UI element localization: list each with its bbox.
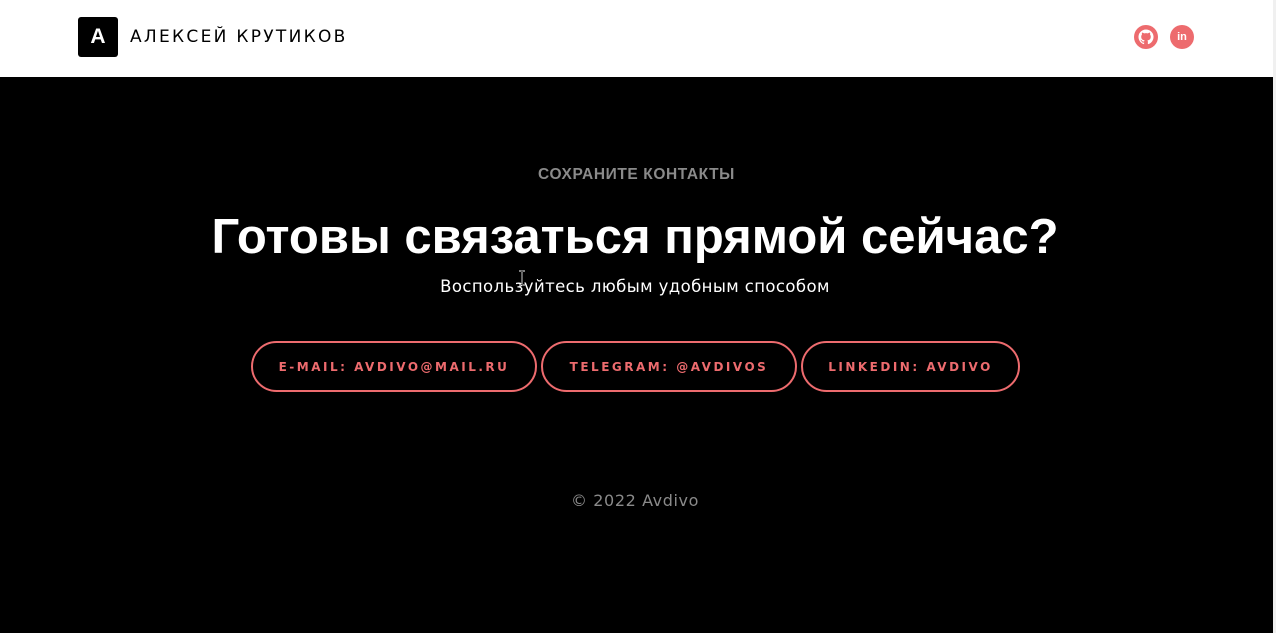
copyright: © 2022 Avdivo xyxy=(570,491,700,510)
section-title: Готовы связаться прямой сейчас? xyxy=(211,210,1059,264)
page: А АЛЕКСЕЙ КРУТИКОВ in СОХРАНИТЕ КОНТАКТЫ… xyxy=(0,0,1276,633)
github-icon xyxy=(1138,29,1154,45)
email-button[interactable]: E-MAIL: AVDIVO@MAIL.RU xyxy=(251,341,537,392)
logo-name: АЛЕКСЕЙ КРУТИКОВ xyxy=(130,27,348,47)
linkedin-button[interactable]: LINKEDIN: AVDIVO xyxy=(801,341,1020,392)
section-lead: Воспользуйтесь любым удобным способом xyxy=(440,277,830,296)
logo-link[interactable]: А АЛЕКСЕЙ КРУТИКОВ xyxy=(78,17,348,57)
telegram-button[interactable]: TELEGRAM: @AVDIVOS xyxy=(541,341,797,392)
linkedin-icon: in xyxy=(1177,30,1187,43)
github-link[interactable] xyxy=(1134,25,1158,49)
logo-mark: А xyxy=(78,17,118,57)
section-subtitle: СОХРАНИТЕ КОНТАКТЫ xyxy=(538,166,735,183)
social-links: in xyxy=(1134,25,1194,49)
text-cursor-icon xyxy=(518,270,526,286)
linkedin-link[interactable]: in xyxy=(1170,25,1194,49)
site-header: А АЛЕКСЕЙ КРУТИКОВ in xyxy=(0,0,1273,77)
